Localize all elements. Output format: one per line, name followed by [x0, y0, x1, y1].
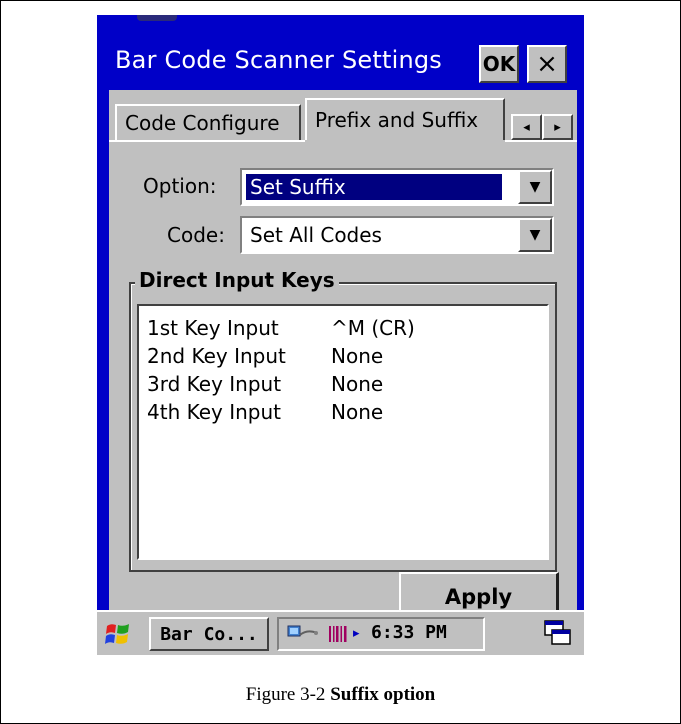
- list-item-value: None: [331, 372, 384, 396]
- clock[interactable]: 6:33 PM: [371, 622, 447, 643]
- figure-caption-title: Suffix option: [330, 684, 436, 705]
- code-dropdown[interactable]: Set All Codes ▼: [240, 216, 554, 254]
- option-dropdown[interactable]: Set Suffix ▼: [240, 168, 554, 206]
- list-item-value: None: [331, 400, 384, 424]
- settings-window: Code Configure Prefix and Suffix ◂ ▸ Opt…: [109, 90, 577, 620]
- show-desktop-icon[interactable]: [543, 618, 573, 648]
- list-item-value: None: [331, 344, 384, 368]
- option-value: Set Suffix: [246, 174, 502, 200]
- list-item-value: ^M (CR): [331, 316, 415, 340]
- close-button[interactable]: ×: [527, 45, 567, 83]
- tray-expand-arrow-icon[interactable]: ▸: [353, 623, 360, 645]
- window-title: Bar Code Scanner Settings: [115, 46, 442, 74]
- tab-prefix-and-suffix[interactable]: Prefix and Suffix: [305, 98, 505, 140]
- code-label: Code:: [167, 223, 225, 247]
- code-value: Set All Codes: [250, 223, 382, 247]
- ok-button[interactable]: OK: [479, 45, 519, 83]
- direct-input-keys-label: Direct Input Keys: [135, 268, 339, 292]
- code-dropdown-arrow-icon[interactable]: ▼: [518, 218, 552, 252]
- list-item-key: 3rd Key Input: [147, 372, 282, 396]
- option-label: Option:: [143, 174, 217, 198]
- barcode-scanner-icon[interactable]: [327, 623, 349, 645]
- figure-caption: Figure 3-2 Suffix option: [0, 684, 681, 706]
- direct-input-keys-group: Direct Input Keys 1st Key Input ^M (CR) …: [129, 268, 557, 572]
- windows-start-icon[interactable]: [103, 620, 133, 648]
- tab-scroll-arrows: ◂ ▸: [511, 114, 573, 140]
- list-item-key: 4th Key Input: [147, 400, 282, 424]
- title-bar: Bar Code Scanner Settings OK ×: [109, 36, 577, 90]
- taskbar: Bar Co... ▸ 6:33 PM: [97, 610, 584, 655]
- device-notch: [137, 15, 177, 21]
- option-dropdown-arrow-icon[interactable]: ▼: [518, 170, 552, 204]
- device-screen: Bar Code Scanner Settings OK × Code Conf…: [97, 15, 584, 655]
- network-icon[interactable]: [287, 623, 319, 645]
- tab-scroll-left-icon[interactable]: ◂: [511, 114, 542, 140]
- tab-code-configure[interactable]: Code Configure: [115, 104, 301, 140]
- tab-scroll-right-icon[interactable]: ▸: [542, 114, 573, 140]
- list-item-key: 1st Key Input: [147, 316, 279, 340]
- direct-input-keys-list[interactable]: 1st Key Input ^M (CR) 2nd Key Input None…: [137, 304, 549, 560]
- list-item-key: 2nd Key Input: [147, 344, 286, 368]
- active-tab-gap: [305, 140, 505, 142]
- system-tray: ▸ 6:33 PM: [277, 617, 485, 651]
- taskbar-task-button[interactable]: Bar Co...: [149, 617, 269, 651]
- figure-caption-prefix: Figure 3-2: [245, 684, 331, 705]
